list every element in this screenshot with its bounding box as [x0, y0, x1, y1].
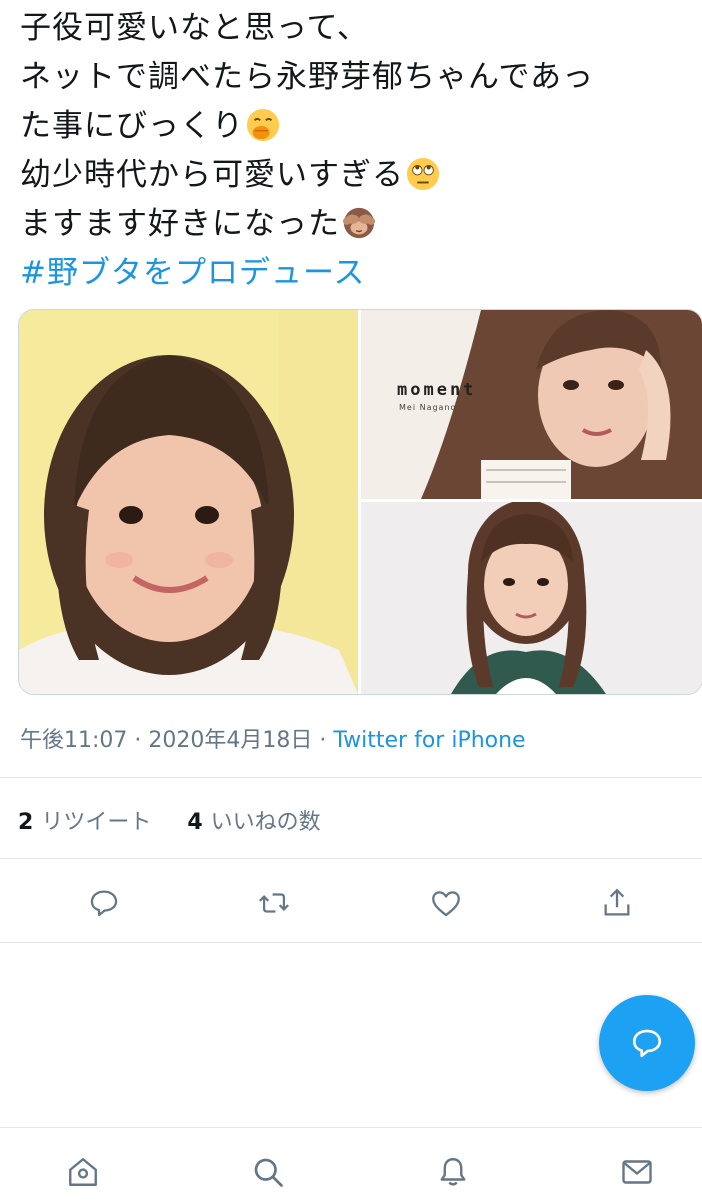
like-label: いいねの数: [210, 810, 321, 835]
photo-child-portrait[interactable]: [19, 310, 358, 694]
retweet-icon: [259, 893, 289, 913]
tab-messages[interactable]: [617, 1152, 657, 1192]
like-stat[interactable]: 4 いいねの数: [187, 810, 320, 835]
tweet-line: 幼少時代から可愛いすぎる: [20, 151, 700, 200]
tab-notifications[interactable]: [433, 1152, 473, 1192]
search-icon: [254, 1158, 283, 1187]
moment-title: moment: [397, 380, 477, 400]
tab-search[interactable]: [248, 1152, 288, 1192]
tweet-time: 午後11:07: [20, 728, 128, 753]
meta-separator: ·: [127, 728, 149, 753]
like-button[interactable]: [426, 883, 466, 923]
home-icon: [69, 1158, 97, 1186]
moment-subtitle: Mei Nagano: [399, 403, 457, 412]
compose-reply-button[interactable]: [599, 995, 695, 1091]
face-with-rolling-eyes-emoji: [406, 157, 440, 191]
tweet-line: 子役可愛いなと思って、: [20, 10, 369, 46]
tweet-date: 2020年4月18日: [148, 728, 313, 753]
retweet-stat[interactable]: 2 リツイート: [18, 810, 151, 835]
tweet-source-link[interactable]: Twitter for iPhone: [333, 728, 525, 753]
divider: [0, 942, 702, 943]
like-count: 4: [187, 810, 203, 835]
tab-home[interactable]: [63, 1152, 103, 1192]
reply-button[interactable]: [84, 883, 124, 923]
tweet-stats: 2 リツイート 4 いいねの数: [18, 804, 321, 836]
divider: [0, 777, 702, 778]
notifications-icon: [440, 1158, 466, 1186]
reply-icon: [90, 890, 118, 917]
retweet-count: 2: [18, 810, 34, 835]
hashtag-link[interactable]: #野ブタをプロデュース: [20, 249, 700, 298]
tweet-meta: 午後11:07 · 2020年4月18日 · Twitter for iPhon…: [20, 722, 526, 754]
photo-adult-portrait[interactable]: [361, 502, 702, 694]
share-button[interactable]: [597, 883, 637, 923]
divider: [0, 858, 702, 859]
face-with-hand-over-mouth-emoji: [246, 108, 280, 142]
tweet-line: ますます好きになった: [20, 200, 700, 249]
see-no-evil-monkey-emoji: [342, 207, 376, 239]
photo-adult-image: [361, 502, 702, 694]
like-icon: [432, 891, 460, 917]
media-grid: moment Mei Nagano: [18, 309, 702, 695]
tweet-line: ネットで調べたら永野芽郁ちゃんであっ: [20, 59, 595, 95]
photo-moment-cover[interactable]: moment Mei Nagano: [361, 310, 702, 499]
meta-separator: ·: [312, 728, 334, 753]
bottom-tab-bar: [0, 1127, 702, 1201]
reply-bubble-icon: [632, 1029, 662, 1058]
share-icon: [604, 888, 630, 916]
photo-child-image: [19, 310, 358, 694]
tweet-text: 子役可愛いなと思って、 ネットで調べたら永野芽郁ちゃんであっ た事にびっくり 幼…: [20, 4, 700, 298]
retweet-label: リツイート: [41, 810, 152, 835]
messages-icon: [622, 1160, 652, 1184]
tweet-line: た事にびっくり: [20, 102, 700, 151]
retweet-button[interactable]: [254, 883, 294, 923]
